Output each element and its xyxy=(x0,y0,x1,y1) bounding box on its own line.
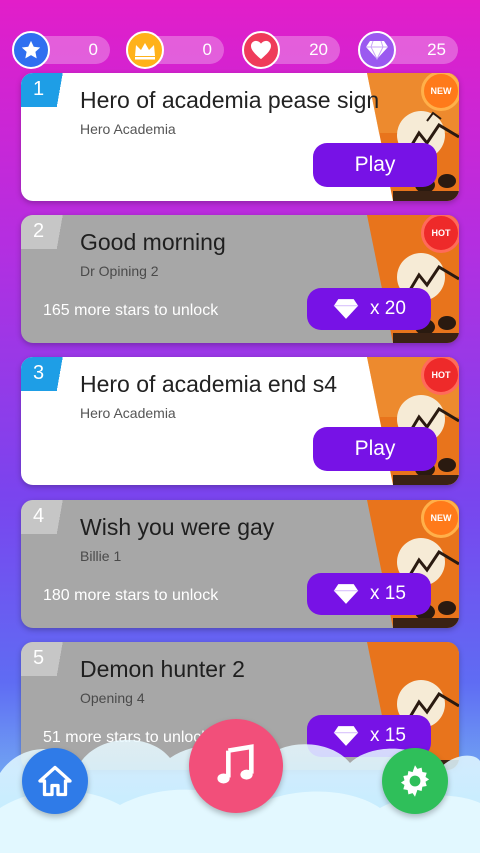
heart-icon xyxy=(242,31,280,69)
song-title: Wish you were gay xyxy=(80,514,275,540)
star-icon xyxy=(12,31,50,69)
stars-counter: 0 xyxy=(12,31,110,69)
song-number: 3 xyxy=(21,357,87,391)
song-title: Good morning xyxy=(80,229,226,255)
song-card[interactable]: HOT 2 Good morning Dr Opining 2 165 more… xyxy=(21,215,459,343)
song-artist: Opening 4 xyxy=(80,690,145,706)
music-button[interactable] xyxy=(189,719,283,813)
lives-counter: 20 xyxy=(242,31,340,69)
song-card[interactable]: HOT 3 Hero of academia end s4 Hero Acade… xyxy=(21,357,459,485)
gem-cost: x 20 xyxy=(370,298,406,319)
new-badge: NEW xyxy=(421,73,459,111)
song-number: 2 xyxy=(21,215,87,249)
diamond-icon xyxy=(358,31,396,69)
hot-badge: HOT xyxy=(421,357,459,395)
unlock-with-gems-button[interactable]: x 20 xyxy=(307,288,431,330)
song-artist: Billie 1 xyxy=(80,548,122,564)
gems-counter: 25 xyxy=(358,31,458,69)
crown-icon xyxy=(126,31,164,69)
play-button[interactable]: Play xyxy=(313,143,437,187)
diamond-icon xyxy=(333,299,359,319)
play-button[interactable]: Play xyxy=(313,427,437,471)
song-title: Hero of academia pease sign xyxy=(80,87,380,113)
song-artist: Hero Academia xyxy=(80,405,176,421)
stats-bar: 0 0 20 25 xyxy=(0,0,480,70)
settings-button[interactable] xyxy=(382,748,448,814)
home-icon xyxy=(38,765,72,797)
stars-value: 0 xyxy=(88,40,98,59)
diamond-icon xyxy=(333,584,359,604)
lives-value: 20 xyxy=(309,40,328,59)
music-note-icon xyxy=(217,744,254,784)
unlock-requirement: 180 more stars to unlock xyxy=(43,587,219,604)
crowns-counter: 0 xyxy=(126,31,224,69)
unlock-requirement: 165 more stars to unlock xyxy=(43,302,219,319)
song-card[interactable]: NEW 1 Hero of academia pease sign Hero A… xyxy=(21,73,459,201)
song-number: 4 xyxy=(21,500,87,534)
song-artist: Hero Academia xyxy=(80,121,176,137)
song-card[interactable]: NEW 4 Wish you were gay Billie 1 180 mor… xyxy=(21,500,459,628)
song-number: 5 xyxy=(21,642,87,676)
song-title: Demon hunter 2 xyxy=(80,656,245,682)
gear-icon xyxy=(400,765,430,797)
gem-cost: x 15 xyxy=(370,583,406,604)
hot-badge: HOT xyxy=(421,215,459,253)
home-button[interactable] xyxy=(22,748,88,814)
crowns-value: 0 xyxy=(202,40,212,59)
song-number: 1 xyxy=(21,73,87,107)
new-badge: NEW xyxy=(421,500,459,538)
gems-value: 25 xyxy=(427,40,446,59)
unlock-with-gems-button[interactable]: x 15 xyxy=(307,573,431,615)
song-title: Hero of academia end s4 xyxy=(80,371,337,397)
song-artist: Dr Opining 2 xyxy=(80,263,159,279)
